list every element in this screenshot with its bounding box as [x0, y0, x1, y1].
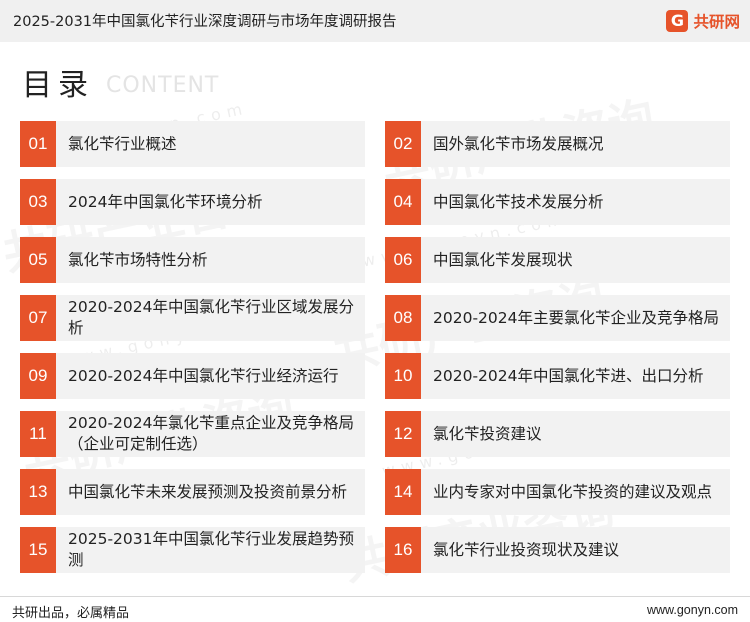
- toc-item-number: 02: [385, 121, 421, 167]
- toc-item-number: 15: [20, 527, 56, 573]
- report-header: 2025-2031年中国氯化苄行业深度调研与市场年度调研报告 G 共研网: [0, 0, 750, 42]
- toc-item[interactable]: 08 2020-2024年主要氯化苄企业及竞争格局: [385, 295, 730, 341]
- toc-item-number: 05: [20, 237, 56, 283]
- toc-item-number: 04: [385, 179, 421, 225]
- toc-item[interactable]: 04 中国氯化苄技术发展分析: [385, 179, 730, 225]
- report-title: 2025-2031年中国氯化苄行业深度调研与市场年度调研报告: [13, 14, 397, 30]
- toc-item-number: 10: [385, 353, 421, 399]
- toc-item[interactable]: 13 中国氯化苄未来发展预测及投资前景分析: [20, 469, 365, 515]
- toc-item-label: 2020-2024年氯化苄重点企业及竞争格局（企业可定制任选）: [68, 414, 354, 453]
- toc-item-label: 2024年中国氯化苄环境分析: [68, 192, 263, 211]
- toc-item-label: 氯化苄行业概述: [68, 134, 177, 153]
- toc-item-label: 2020-2024年主要氯化苄企业及竞争格局: [433, 308, 719, 327]
- toc-item-label: 中国氯化苄未来发展预测及投资前景分析: [68, 482, 348, 501]
- toc-item[interactable]: 14 业内专家对中国氯化苄投资的建议及观点: [385, 469, 730, 515]
- toc-item-label: 业内专家对中国氯化苄投资的建议及观点: [433, 482, 713, 501]
- toc-item[interactable]: 10 2020-2024年中国氯化苄进、出口分析: [385, 353, 730, 399]
- toc-item[interactable]: 06 中国氯化苄发展现状: [385, 237, 730, 283]
- toc-item[interactable]: 15 2025-2031年中国氯化苄行业发展趋势预测: [20, 527, 365, 573]
- toc-item-label: 国外氯化苄市场发展概况: [433, 134, 604, 153]
- toc-item-number: 09: [20, 353, 56, 399]
- toc-item-label: 2020-2024年中国氯化苄进、出口分析: [433, 366, 704, 385]
- toc-heading: 目录: [22, 68, 94, 103]
- toc-item-label: 氯化苄市场特性分析: [68, 250, 208, 269]
- toc-item-number: 11: [20, 411, 56, 457]
- toc-item-label: 氯化苄行业投资现状及建议: [433, 540, 620, 559]
- logo-text: 共研网: [693, 13, 740, 31]
- toc-item-label: 中国氯化苄发展现状: [433, 250, 573, 269]
- toc-item[interactable]: 07 2020-2024年中国氯化苄行业区域发展分析: [20, 295, 365, 341]
- toc-item[interactable]: 16 氯化苄行业投资现状及建议: [385, 527, 730, 573]
- toc-item-number: 03: [20, 179, 56, 225]
- toc-item-label: 2025-2031年中国氯化苄行业发展趋势预测: [68, 530, 354, 569]
- toc-item-number: 12: [385, 411, 421, 457]
- toc-item-number: 06: [385, 237, 421, 283]
- toc-item-number: 07: [20, 295, 56, 341]
- toc-item-number: 14: [385, 469, 421, 515]
- logo-icon: G: [666, 10, 689, 32]
- toc-subheading: CONTENT: [106, 73, 220, 98]
- toc-item-number: 13: [20, 469, 56, 515]
- toc-item-label: 中国氯化苄技术发展分析: [433, 192, 604, 211]
- toc-item[interactable]: 12 氯化苄投资建议: [385, 411, 730, 457]
- toc-item-label: 2020-2024年中国氯化苄行业经济运行: [68, 366, 339, 385]
- toc-item[interactable]: 11 2020-2024年氯化苄重点企业及竞争格局（企业可定制任选）: [20, 411, 365, 457]
- toc-item-number: 08: [385, 295, 421, 341]
- toc-item-number: 01: [20, 121, 56, 167]
- footer-url[interactable]: www.gonyn.com: [647, 603, 738, 617]
- toc-item-number: 16: [385, 527, 421, 573]
- toc-item[interactable]: 05 氯化苄市场特性分析: [20, 237, 365, 283]
- footer-slogan: 共研出品，必属精品: [12, 606, 130, 621]
- toc-item[interactable]: 02 国外氯化苄市场发展概况: [385, 121, 730, 167]
- toc-item-label: 2020-2024年中国氯化苄行业区域发展分析: [68, 298, 354, 337]
- toc-item-label: 氯化苄投资建议: [433, 424, 542, 443]
- toc-item[interactable]: 03 2024年中国氯化苄环境分析: [20, 179, 365, 225]
- toc-item[interactable]: 01 氯化苄行业概述: [20, 121, 365, 167]
- brand-logo: G 共研网: [666, 8, 740, 34]
- footer-divider: [0, 596, 750, 597]
- toc-item[interactable]: 09 2020-2024年中国氯化苄行业经济运行: [20, 353, 365, 399]
